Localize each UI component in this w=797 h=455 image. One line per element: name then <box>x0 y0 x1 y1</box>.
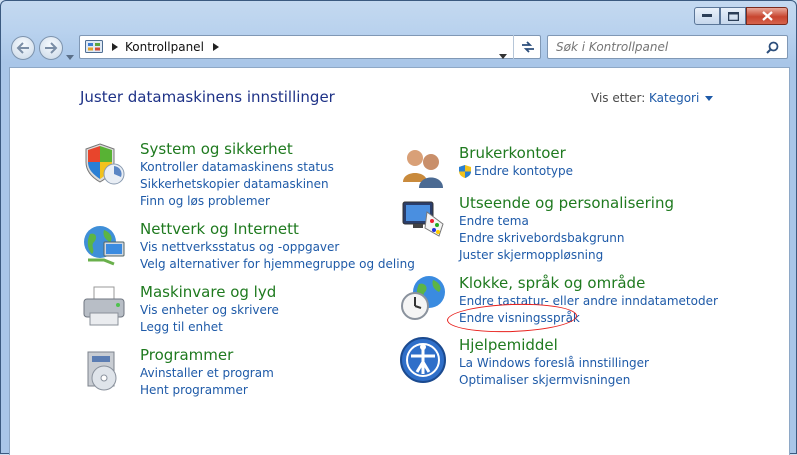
link-network-status[interactable]: Vis nettverksstatus og -oppgaver <box>140 240 339 254</box>
breadcrumb-arrow-icon[interactable] <box>212 43 219 51</box>
uac-shield-icon <box>459 164 471 178</box>
link-add-device[interactable]: Legg til enhet <box>140 320 223 334</box>
users-icon <box>403 150 443 188</box>
link-keyboard-input[interactable]: Endre tastatur- eller andre inndatametod… <box>459 294 718 308</box>
link-change-account-type-wrap[interactable]: Endre kontotype <box>459 164 573 178</box>
minimize-button[interactable] <box>694 7 720 25</box>
view-by-value[interactable]: Kategori <box>649 91 699 105</box>
back-arrow-icon <box>16 42 29 54</box>
ease-of-access-icon <box>400 337 446 383</box>
maximize-icon <box>727 11 739 21</box>
close-icon <box>761 11 773 21</box>
link-screen-resolution[interactable]: Juster skjermoppløsning <box>459 248 603 262</box>
category-title-accounts[interactable]: Brukerkontoer <box>459 144 566 162</box>
refresh-button[interactable] <box>513 35 541 59</box>
caption-buttons <box>694 7 788 25</box>
link-display-language[interactable]: Endre visningsspråk <box>459 311 580 325</box>
shield-icon <box>85 143 125 185</box>
recent-pages-dropdown[interactable] <box>66 45 74 64</box>
category-title-appearance[interactable]: Utseende og personalisering <box>459 194 674 212</box>
category-title-hardware[interactable]: Maskinvare og lyd <box>140 283 276 301</box>
link-uninstall[interactable]: Avinstaller et program <box>140 366 274 380</box>
content-pane: Juster datamaskinens innstillinger Vis e… <box>9 67 790 455</box>
link-change-account-type[interactable]: Endre kontotype <box>474 164 573 178</box>
maximize-button[interactable] <box>720 7 746 25</box>
clock-globe-icon <box>401 276 445 320</box>
back-button[interactable] <box>11 36 35 60</box>
link-change-theme[interactable]: Endre tema <box>459 214 529 228</box>
chevron-down-icon <box>705 95 714 101</box>
control-panel-window: Kontrollpanel Juster datamaskinens innst… <box>0 0 797 455</box>
link-troubleshoot[interactable]: Finn og løs problemer <box>140 194 270 208</box>
view-by-label: Vis etter: <box>591 91 646 105</box>
printer-icon <box>83 286 125 326</box>
breadcrumb-kontrollpanel[interactable]: Kontrollpanel <box>125 40 204 54</box>
link-suggest-settings[interactable]: La Windows foreslå innstillinger <box>459 356 649 370</box>
link-check-status[interactable]: Kontroller datamaskinens status <box>140 160 334 174</box>
category-title-clock-language[interactable]: Klokke, språk og område <box>459 274 645 292</box>
chevron-down-icon <box>66 55 74 60</box>
category-title-network[interactable]: Nettverk og Internett <box>140 220 299 238</box>
appearance-icon <box>402 201 444 237</box>
address-bar[interactable]: Kontrollpanel <box>79 35 541 59</box>
programs-icon <box>87 351 117 391</box>
category-title-system-security[interactable]: System og sikkerhet <box>140 140 293 158</box>
link-change-background[interactable]: Endre skrivebordsbakgrunn <box>459 231 624 245</box>
search-icon[interactable] <box>766 41 779 54</box>
forward-button[interactable] <box>39 36 63 60</box>
address-dropdown[interactable] <box>499 44 507 63</box>
search-box[interactable] <box>547 35 788 59</box>
page-title: Juster datamaskinens innstillinger <box>80 88 335 106</box>
close-button[interactable] <box>746 7 788 25</box>
search-input[interactable] <box>554 39 758 55</box>
link-get-programs[interactable]: Hent programmer <box>140 383 248 397</box>
control-panel-icon <box>85 40 103 53</box>
forward-arrow-icon <box>45 42 58 54</box>
network-globe-icon <box>84 226 125 266</box>
link-devices-printers[interactable]: Vis enheter og skrivere <box>140 303 279 317</box>
chevron-down-icon <box>499 54 507 59</box>
breadcrumb-arrow-icon <box>112 43 118 51</box>
link-backup[interactable]: Sikkerhetskopier datamaskinen <box>140 177 329 191</box>
category-title-ease-of-access[interactable]: Hjelpemiddel <box>459 336 558 354</box>
link-optimize-display[interactable]: Optimaliser skjermvisningen <box>459 373 630 387</box>
link-homegroup[interactable]: Velg alternativer for hjemmegruppe og de… <box>140 257 415 271</box>
category-title-programs[interactable]: Programmer <box>140 346 233 364</box>
minimize-icon <box>702 14 712 17</box>
view-by-dropdown[interactable]: Kategori <box>649 91 714 105</box>
refresh-icon <box>521 41 534 53</box>
